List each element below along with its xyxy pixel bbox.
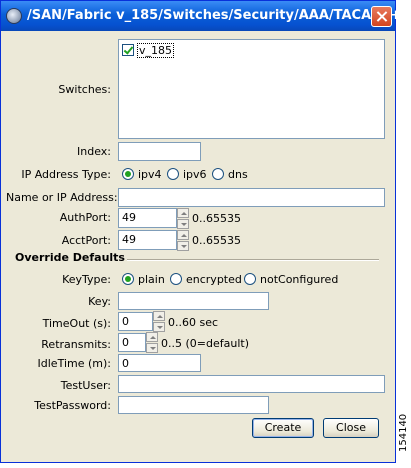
ipv4-radio-label[interactable]: ipv4 (138, 168, 162, 181)
keytype-label: KeyType: (62, 273, 111, 286)
key-label: Key: (88, 295, 111, 308)
spin-up-icon[interactable] (177, 208, 189, 218)
figure-id: 154140 (398, 413, 409, 452)
switch-checkbox[interactable] (122, 44, 134, 56)
spin-down-icon[interactable] (146, 343, 158, 353)
acctport-spinner[interactable] (177, 230, 189, 252)
create-button[interactable]: Create (252, 418, 314, 438)
retransmits-label: Retransmits: (41, 338, 111, 351)
key-input[interactable] (118, 292, 269, 310)
encrypted-radio-label[interactable]: encrypted (186, 273, 242, 286)
spin-down-icon[interactable] (177, 241, 189, 251)
timeout-label: TimeOut (s): (42, 317, 111, 330)
spin-up-icon[interactable] (177, 230, 189, 240)
acctport-range: 0..65535 (192, 234, 241, 247)
acctport-label: AcctPort: (61, 234, 111, 247)
dialog-window: /SAN/Fabric v_185/Switches/Security/AAA/… (0, 0, 411, 463)
ipv6-radio[interactable] (167, 168, 179, 180)
switches-label: Switches: (58, 83, 111, 96)
dns-radio-label[interactable]: dns (228, 168, 248, 181)
switch-item-label[interactable]: v_185 (137, 43, 175, 58)
testpassword-label: TestPassword: (34, 399, 111, 412)
encrypted-radio[interactable] (170, 273, 182, 285)
override-defaults-heading: Override Defaults (15, 251, 125, 264)
title-bar[interactable]: /SAN/Fabric v_185/Switches/Security/AAA/… (1, 1, 411, 31)
idletime-input[interactable]: 0 (118, 354, 201, 372)
timeout-range: 0..60 sec (168, 316, 219, 329)
close-icon[interactable] (371, 6, 392, 27)
window-title: /SAN/Fabric v_185/Switches/Security/AAA/… (27, 8, 411, 23)
testuser-label: TestUser: (60, 379, 111, 392)
notconfigured-radio[interactable] (244, 273, 256, 285)
switches-list[interactable]: v_185 (118, 39, 385, 139)
testpassword-input[interactable] (118, 396, 269, 414)
testuser-input[interactable] (118, 375, 385, 393)
section-divider (127, 259, 379, 261)
spin-up-icon[interactable] (153, 311, 165, 321)
app-icon (6, 8, 22, 24)
plain-radio[interactable] (122, 273, 134, 285)
spin-down-icon[interactable] (177, 219, 189, 229)
index-label: Index: (77, 145, 111, 158)
timeout-input[interactable]: 0 (118, 312, 153, 331)
authport-range: 0..65535 (192, 212, 241, 225)
name-ip-label: Name or IP Address: (6, 191, 118, 204)
close-button[interactable]: Close (323, 418, 379, 438)
spin-up-icon[interactable] (146, 332, 158, 342)
notconfigured-radio-label[interactable]: notConfigured (260, 273, 338, 286)
spin-down-icon[interactable] (153, 322, 165, 332)
retransmits-spinner[interactable] (146, 332, 158, 354)
ipv4-radio[interactable] (122, 168, 134, 180)
ip-type-label: IP Address Type: (21, 168, 111, 181)
acctport-input[interactable]: 49 (118, 230, 177, 250)
plain-radio-label[interactable]: plain (138, 273, 165, 286)
dns-radio[interactable] (212, 168, 224, 180)
authport-spinner[interactable] (177, 208, 189, 230)
name-ip-input[interactable] (118, 188, 385, 207)
timeout-spinner[interactable] (153, 311, 165, 333)
retransmits-range: 0..5 (0=default) (161, 337, 249, 350)
authport-input[interactable]: 49 (118, 208, 177, 228)
index-input[interactable] (118, 142, 201, 161)
retransmits-input[interactable]: 0 (118, 333, 146, 352)
idletime-label: IdleTime (m): (37, 357, 111, 370)
authport-label: AuthPort: (59, 211, 111, 224)
ipv6-radio-label[interactable]: ipv6 (183, 168, 207, 181)
